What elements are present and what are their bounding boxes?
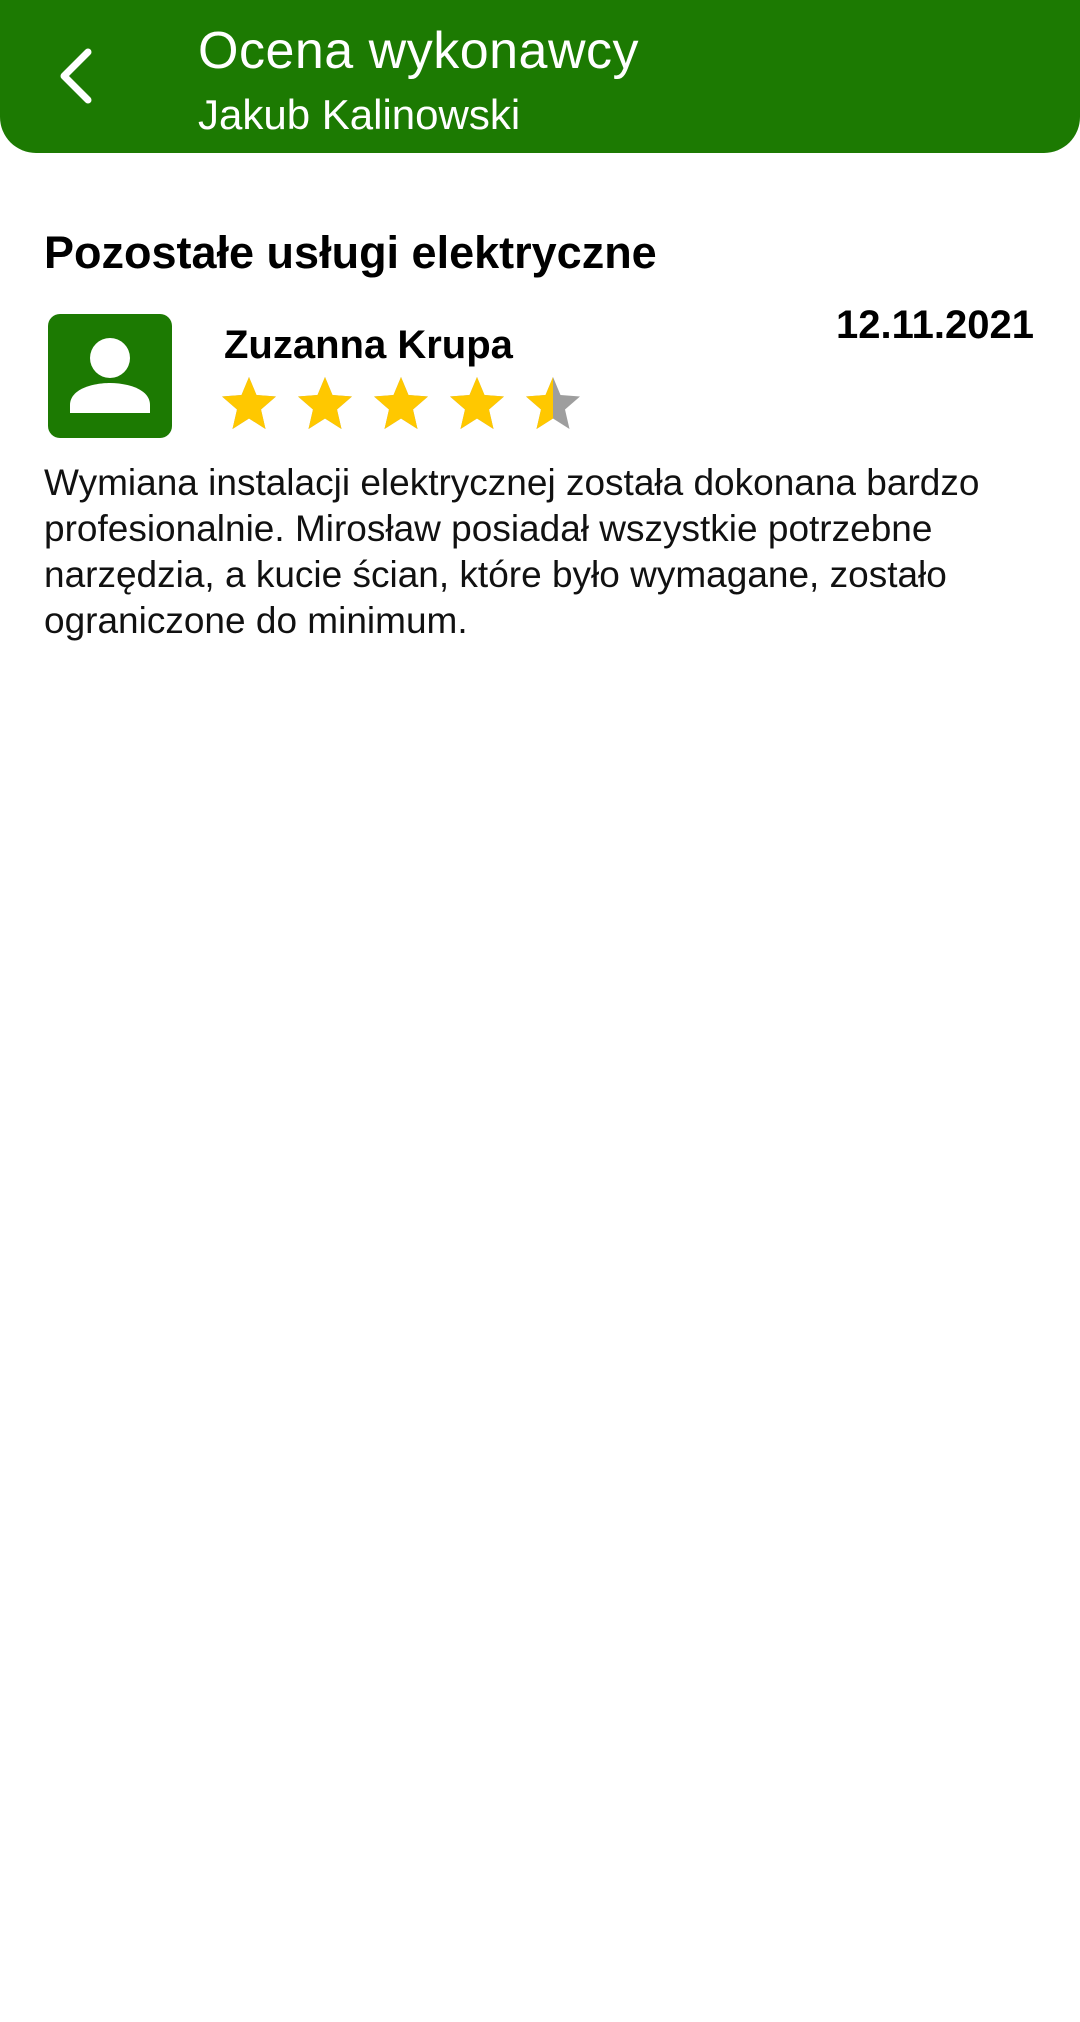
- star-icon: [450, 377, 504, 429]
- star-icon: [526, 377, 580, 429]
- app-bar: Ocena wykonawcy Jakub Kalinowski: [0, 0, 1080, 153]
- section-title: Pozostałe usługi elektryczne: [44, 227, 657, 278]
- avatar: [48, 314, 172, 438]
- chevron-left-icon: [60, 48, 92, 104]
- person-icon: [70, 338, 150, 413]
- star-icon: [298, 377, 352, 429]
- star-icon: [374, 377, 428, 429]
- back-button[interactable]: [36, 36, 116, 116]
- review-text: Wymiana instalacji elektrycznej została …: [44, 462, 980, 641]
- star-icon: [222, 377, 276, 429]
- review-date: 12.11.2021: [836, 303, 1034, 347]
- reviewer-name: Zuzanna Krupa: [224, 323, 513, 367]
- page-title: Ocena wykonawcy: [198, 22, 640, 80]
- star-rating: [220, 374, 582, 432]
- page-subtitle: Jakub Kalinowski: [198, 91, 521, 138]
